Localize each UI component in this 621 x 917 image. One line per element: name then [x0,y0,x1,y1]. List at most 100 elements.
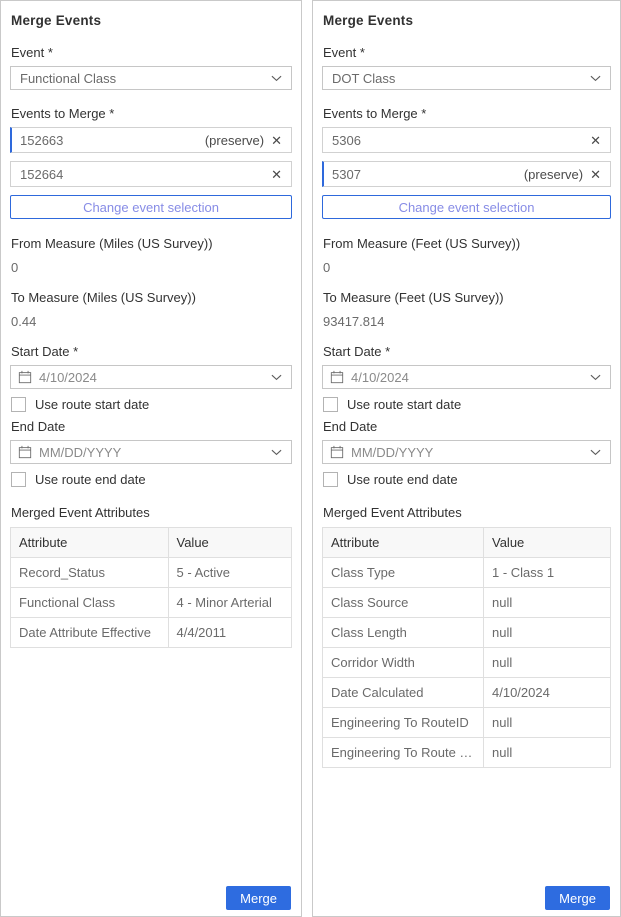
chevron-down-icon [590,75,601,82]
value-cell: 5 - Active [168,558,292,588]
chevron-down-icon [590,449,601,456]
checkbox-icon[interactable] [323,397,338,412]
end-date-label: End Date [323,419,611,434]
table-row: Date Calculated 4/10/2024 [323,678,611,708]
end-date-placeholder: MM/DD/YYYY [351,445,433,460]
event-to-merge-input[interactable]: 5307 (preserve) ✕ [322,161,611,187]
table-row: Corridor Width null [323,648,611,678]
end-date-placeholder: MM/DD/YYYY [39,445,121,460]
value-cell: null [484,738,611,768]
calendar-icon [330,370,344,384]
from-measure-label: From Measure (Miles (US Survey)) [11,236,292,251]
checkbox-label: Use route start date [35,397,149,412]
use-route-end-date-checkbox[interactable]: Use route end date [11,472,292,487]
merge-events-panel-left: Merge Events Event * Functional Class Ev… [0,0,302,917]
value-cell: 4 - Minor Arterial [168,588,292,618]
table-header-row: Attribute Value [323,528,611,558]
calendar-icon [330,445,344,459]
start-date-label: Start Date * [11,344,292,359]
value-cell: 1 - Class 1 [484,558,611,588]
panel-title: Merge Events [11,13,292,28]
merge-button[interactable]: Merge [545,886,610,910]
checkbox-icon[interactable] [11,397,26,412]
checkbox-icon[interactable] [323,472,338,487]
value-cell: null [484,648,611,678]
event-select-value: DOT Class [332,71,395,86]
table-row: Engineering To Route … null [323,738,611,768]
from-measure-value: 0 [11,260,292,275]
event-to-merge-input[interactable]: 152664 ✕ [10,161,292,187]
chevron-down-icon [271,75,282,82]
attribute-cell: Engineering To Route … [323,738,484,768]
table-row: Class Length null [323,618,611,648]
checkbox-label: Use route start date [347,397,461,412]
merged-attributes-table: Attribute Value Class Type 1 - Class 1 C… [322,527,611,768]
preserve-tag: (preserve) [524,167,583,182]
start-date-input[interactable]: 4/10/2024 [10,365,292,389]
end-date-input[interactable]: MM/DD/YYYY [322,440,611,464]
preserve-tag: (preserve) [205,133,264,148]
event-to-merge-input[interactable]: 5306 ✕ [322,127,611,153]
merge-button[interactable]: Merge [226,886,291,910]
end-date-input[interactable]: MM/DD/YYYY [10,440,292,464]
attribute-header: Attribute [323,528,484,558]
to-measure-value: 0.44 [11,314,292,329]
merge-events-panel-right: Merge Events Event * DOT Class Events to… [312,0,621,917]
checkbox-icon[interactable] [11,472,26,487]
event-to-merge-input[interactable]: 152663 (preserve) ✕ [10,127,292,153]
remove-event-icon[interactable]: ✕ [590,168,601,181]
event-id: 152663 [20,133,205,148]
attribute-header: Attribute [11,528,169,558]
use-route-start-date-checkbox[interactable]: Use route start date [323,397,611,412]
to-measure-value: 93417.814 [323,314,611,329]
remove-event-icon[interactable]: ✕ [590,134,601,147]
start-date-label: Start Date * [323,344,611,359]
attribute-cell: Class Length [323,618,484,648]
attribute-cell: Engineering To RouteID [323,708,484,738]
attribute-cell: Corridor Width [323,648,484,678]
value-cell: null [484,618,611,648]
value-header: Value [484,528,611,558]
attribute-cell: Class Source [323,588,484,618]
remove-event-icon[interactable]: ✕ [271,134,282,147]
table-row: Class Type 1 - Class 1 [323,558,611,588]
merge-events-page: Merge Events Event * Functional Class Ev… [0,0,621,917]
change-event-selection-button[interactable]: Change event selection [10,195,292,219]
events-to-merge-label: Events to Merge * [11,106,292,121]
value-header: Value [168,528,292,558]
table-row: Record_Status 5 - Active [11,558,292,588]
merged-attributes-label: Merged Event Attributes [323,505,611,520]
chevron-down-icon [271,449,282,456]
event-label: Event * [11,45,292,60]
event-id: 5307 [332,167,524,182]
checkbox-label: Use route end date [347,472,458,487]
table-row: Functional Class 4 - Minor Arterial [11,588,292,618]
remove-event-icon[interactable]: ✕ [271,168,282,181]
use-route-end-date-checkbox[interactable]: Use route end date [323,472,611,487]
attribute-cell: Date Calculated [323,678,484,708]
to-measure-label: To Measure (Miles (US Survey)) [11,290,292,305]
start-date-value: 4/10/2024 [351,370,409,385]
event-label: Event * [323,45,611,60]
attribute-cell: Class Type [323,558,484,588]
attribute-cell: Date Attribute Effective [11,618,169,648]
table-row: Class Source null [323,588,611,618]
use-route-start-date-checkbox[interactable]: Use route start date [11,397,292,412]
table-row: Date Attribute Effective 4/4/2011 [11,618,292,648]
attribute-cell: Functional Class [11,588,169,618]
event-select[interactable]: Functional Class [10,66,292,90]
change-event-selection-button[interactable]: Change event selection [322,195,611,219]
start-date-input[interactable]: 4/10/2024 [322,365,611,389]
calendar-icon [18,445,32,459]
event-select[interactable]: DOT Class [322,66,611,90]
panel-title: Merge Events [323,13,611,28]
chevron-down-icon [271,374,282,381]
merged-attributes-table: Attribute Value Record_Status 5 - Active… [10,527,292,648]
merged-attributes-label: Merged Event Attributes [11,505,292,520]
value-cell: null [484,708,611,738]
event-id: 5306 [332,133,590,148]
event-select-value: Functional Class [20,71,116,86]
table-header-row: Attribute Value [11,528,292,558]
events-to-merge-label: Events to Merge * [323,106,611,121]
value-cell: 4/4/2011 [168,618,292,648]
